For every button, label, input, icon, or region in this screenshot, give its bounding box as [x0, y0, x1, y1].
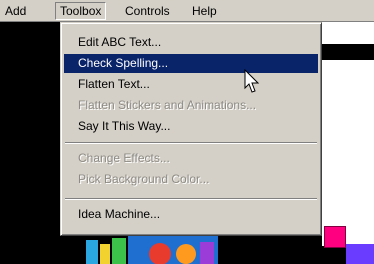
menu-item-say-it-this-way[interactable]: Say It This Way... — [64, 117, 318, 136]
purple-sticker — [346, 244, 374, 264]
menu-separator — [65, 142, 317, 144]
menu-item-edit-abc-text[interactable]: Edit ABC Text... — [64, 33, 318, 52]
menu-help[interactable]: Help — [187, 3, 222, 19]
canvas-white-area-lower — [322, 60, 374, 246]
mouse-pointer-icon — [244, 69, 260, 93]
menu-separator — [65, 198, 317, 200]
toolbox-dropdown-menu: Edit ABC Text... Check Spelling... Flatt… — [60, 22, 322, 236]
menu-item-flatten-stickers: Flatten Stickers and Animations... — [78, 98, 257, 112]
menu-item-pick-background-color: Pick Background Color... — [78, 172, 210, 186]
selection-handle-sticker[interactable] — [324, 226, 346, 248]
menu-item-change-effects: Change Effects... — [78, 151, 170, 165]
canvas-white-area — [322, 22, 374, 44]
menu-bar: Add Toolbox Controls Help — [0, 0, 374, 22]
menu-add[interactable]: Add — [0, 3, 31, 19]
menu-toolbox[interactable]: Toolbox — [55, 2, 107, 20]
menu-controls[interactable]: Controls — [120, 3, 175, 19]
abc-sticker-artwork — [80, 236, 230, 264]
menu-item-flatten-text[interactable]: Flatten Text... — [64, 75, 318, 94]
menu-item-idea-machine[interactable]: Idea Machine... — [64, 205, 318, 224]
menu-item-check-spelling[interactable]: Check Spelling... — [64, 54, 318, 73]
